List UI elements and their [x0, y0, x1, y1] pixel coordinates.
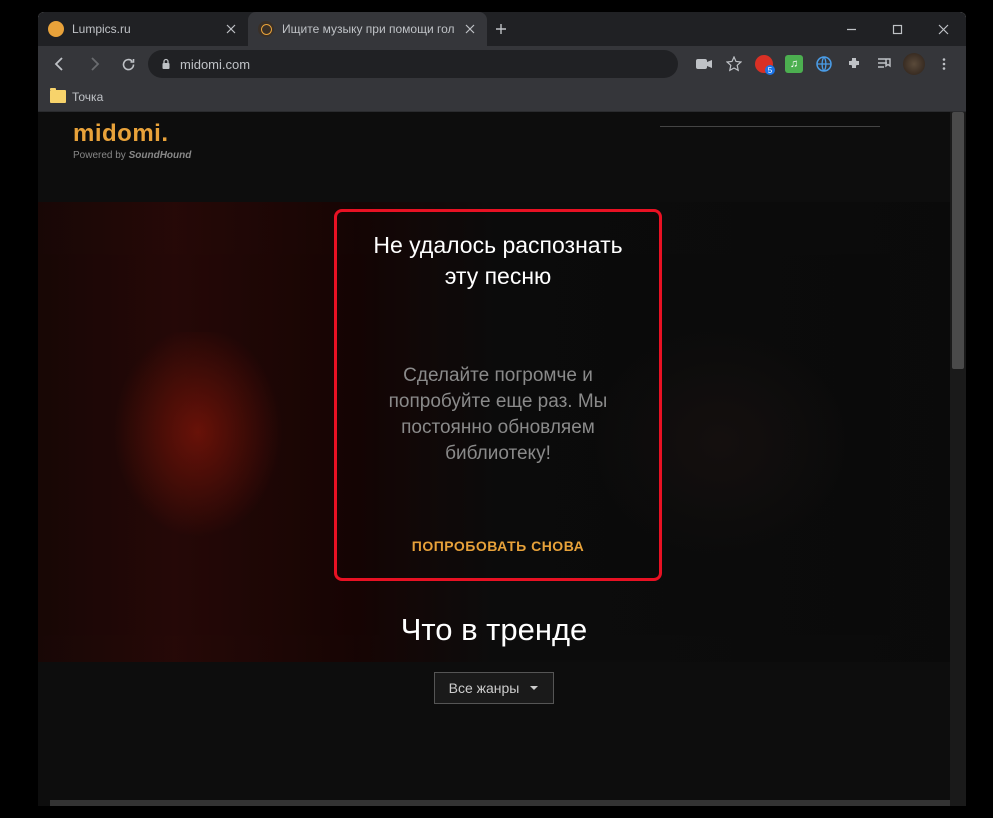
- caret-down-icon: [529, 683, 539, 693]
- scrollbar-thumb[interactable]: [952, 112, 964, 369]
- profile-avatar[interactable]: [900, 50, 928, 78]
- bookmark-folder[interactable]: Точка: [50, 90, 103, 104]
- back-button[interactable]: [46, 50, 74, 78]
- lock-icon: [160, 58, 172, 70]
- retry-button[interactable]: ПОПРОБОВАТЬ СНОВА: [359, 538, 637, 560]
- url-text: midomi.com: [180, 57, 250, 72]
- recognition-failed-dialog: Не удалось распознать эту песню Сделайте…: [334, 209, 662, 581]
- dialog-title: Не удалось распознать эту песню: [359, 230, 637, 292]
- favicon-icon: [48, 21, 64, 37]
- close-icon[interactable]: [224, 22, 238, 36]
- minimize-button[interactable]: [828, 12, 874, 46]
- tab-title: Ищите музыку при помощи гол: [282, 22, 455, 36]
- bookmark-star-button[interactable]: [720, 50, 748, 78]
- tab-lumpics[interactable]: Lumpics.ru: [38, 12, 248, 46]
- camera-icon[interactable]: [690, 50, 718, 78]
- folder-icon: [50, 90, 66, 103]
- trending-section: Что в тренде Все жанры: [38, 612, 950, 704]
- forward-button[interactable]: [80, 50, 108, 78]
- dialog-body: Сделайте погромче и попробуйте еще раз. …: [359, 363, 637, 468]
- new-tab-button[interactable]: [487, 12, 515, 46]
- tab-title: Lumpics.ru: [72, 22, 216, 36]
- close-icon[interactable]: [463, 22, 477, 36]
- bookmark-label: Точка: [72, 90, 103, 104]
- scrollbar-horizontal[interactable]: [50, 800, 950, 806]
- menu-button[interactable]: [930, 50, 958, 78]
- window-controls: [828, 12, 966, 46]
- scrollbar[interactable]: [950, 112, 966, 806]
- logo-subtitle: Powered by SoundHound: [73, 150, 191, 161]
- favicon-icon: [258, 21, 274, 37]
- maximize-button[interactable]: [874, 12, 920, 46]
- omnibox[interactable]: midomi.com: [148, 50, 678, 78]
- viewport: midomi. Powered by SoundHound Не удалось…: [38, 112, 966, 806]
- trending-heading: Что в тренде: [38, 612, 950, 648]
- extensions-button[interactable]: [840, 50, 868, 78]
- titlebar: Lumpics.ru Ищите музыку при помощи гол: [38, 12, 966, 46]
- tab-midomi[interactable]: Ищите музыку при помощи гол: [248, 12, 487, 46]
- extension-adblock-icon[interactable]: [750, 50, 778, 78]
- genre-dropdown[interactable]: Все жанры: [434, 672, 555, 704]
- extension-globe-icon[interactable]: [810, 50, 838, 78]
- address-bar: midomi.com ♫: [38, 46, 966, 82]
- genre-label: Все жанры: [449, 680, 520, 696]
- site-logo[interactable]: midomi. Powered by SoundHound: [73, 120, 191, 161]
- bookmarks-bar: Точка: [38, 82, 966, 112]
- extension-music-icon[interactable]: ♫: [780, 50, 808, 78]
- close-window-button[interactable]: [920, 12, 966, 46]
- page-content: midomi. Powered by SoundHound Не удалось…: [38, 112, 950, 806]
- reload-button[interactable]: [114, 50, 142, 78]
- browser-window: Lumpics.ru Ищите музыку при помощи гол m…: [38, 12, 966, 806]
- search-underline: [660, 126, 880, 127]
- reading-list-icon[interactable]: [870, 50, 898, 78]
